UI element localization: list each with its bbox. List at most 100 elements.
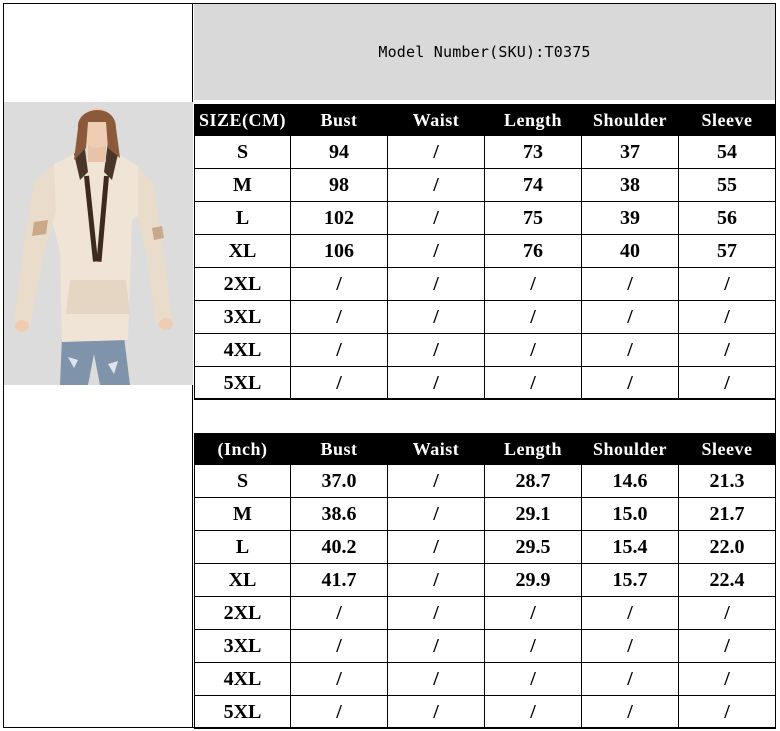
table-cell: / [678, 300, 776, 334]
table-cell: / [581, 596, 679, 630]
table-cell: 3XL [194, 300, 291, 334]
size-table-cm: SIZE(CM) Bust Waist Length Shoulder Slee… [194, 104, 776, 400]
table-cell: / [387, 267, 485, 301]
table-cell: 54 [678, 135, 776, 169]
table-cell: / [290, 629, 388, 663]
table-cell: 94 [290, 135, 388, 169]
inch-col-waist: Waist [387, 433, 485, 465]
table-row: XL 41.7/29.9 15.7 22.4 [194, 563, 776, 597]
table-cell: 15.0 [581, 497, 679, 531]
table-cell: / [678, 366, 776, 400]
table-cell: / [387, 497, 485, 531]
table-cell: 74 [484, 168, 582, 202]
table-cell: 76 [484, 234, 582, 268]
table-cell: / [387, 629, 485, 663]
table-cell: 98 [290, 168, 388, 202]
table-cell: / [290, 596, 388, 630]
table-cell: 38 [581, 168, 679, 202]
table-cell: / [387, 333, 485, 367]
table-cell: 21.7 [678, 497, 776, 531]
cm-col-sleeve: Sleeve [678, 104, 776, 136]
table-cell: 41.7 [290, 563, 388, 597]
table-cell: 106 [290, 234, 388, 268]
table-cell: / [387, 366, 485, 400]
table-cell: / [484, 629, 582, 663]
table-cell: / [484, 300, 582, 334]
table-cell: / [678, 662, 776, 696]
table-cell: / [387, 300, 485, 334]
model-number-text: Model Number(SKU):T0375 [378, 43, 591, 61]
table-cell: 2XL [194, 267, 291, 301]
table-cell: / [387, 662, 485, 696]
table-cell: 28.7 [484, 464, 582, 498]
table-row: 3XL / / / / / [194, 300, 776, 334]
inch-col-length: Length [484, 433, 582, 465]
table-cell: XL [194, 234, 291, 268]
table-cell: 5XL [194, 366, 291, 400]
table-cell: / [678, 695, 776, 729]
table-row: 2XL / / / / / [194, 267, 776, 301]
table-row: XL 106/76 40 57 [194, 234, 776, 268]
inch-col-sleeve: Sleeve [678, 433, 776, 465]
table-row: 5XL / / / / / [194, 695, 776, 729]
inch-col-size: (Inch) [194, 433, 291, 465]
size-table-inch: (Inch) Bust Waist Length Shoulder Sleeve… [194, 433, 776, 729]
table-cell: 4XL [194, 662, 291, 696]
cm-col-length: Length [484, 104, 582, 136]
table-spacer [194, 398, 775, 432]
table-cell: / [484, 596, 582, 630]
table-cell: / [581, 695, 679, 729]
table-cell: XL [194, 563, 291, 597]
table-cell: / [484, 662, 582, 696]
table-cell: 57 [678, 234, 776, 268]
table-cell: / [581, 333, 679, 367]
table-cell: / [484, 695, 582, 729]
model-photo-illustration [4, 102, 193, 385]
table-cell: 15.7 [581, 563, 679, 597]
table-cell: S [194, 464, 291, 498]
table-row: 2XL / / / / / [194, 596, 776, 630]
table-row: M 38.6/29.1 15.0 21.7 [194, 497, 776, 531]
table-cell: / [484, 267, 582, 301]
table-cell: 22.4 [678, 563, 776, 597]
table-cell: L [194, 530, 291, 564]
table-cell: / [387, 563, 485, 597]
table-cell: 29.5 [484, 530, 582, 564]
table-cell: 29.9 [484, 563, 582, 597]
table-cell: / [290, 695, 388, 729]
table-cell: / [290, 366, 388, 400]
table-cell: 2XL [194, 596, 291, 630]
table-cell: 37 [581, 135, 679, 169]
table-cell: / [678, 333, 776, 367]
table-cell: 75 [484, 201, 582, 235]
table-row: S 37.0/28.7 14.6 21.3 [194, 464, 776, 498]
table-cell: 22.0 [678, 530, 776, 564]
table-cell: / [290, 300, 388, 334]
table-cell: 5XL [194, 695, 291, 729]
table-cell: / [290, 662, 388, 696]
table-cell: / [387, 234, 485, 268]
table-cell: / [484, 366, 582, 400]
table-cell: 29.1 [484, 497, 582, 531]
table-row: M 98/74 38 55 [194, 168, 776, 202]
table-cell: S [194, 135, 291, 169]
table-cell: 4XL [194, 333, 291, 367]
cm-col-size: SIZE(CM) [194, 104, 291, 136]
table-cell: / [290, 267, 388, 301]
table-cell: / [581, 267, 679, 301]
table-cell: / [678, 596, 776, 630]
table-cell: 102 [290, 201, 388, 235]
cm-col-bust: Bust [290, 104, 388, 136]
table-cell: 3XL [194, 629, 291, 663]
model-number-header: Model Number(SKU):T0375 [194, 4, 775, 100]
table-row: 3XL / / / / / [194, 629, 776, 663]
table-cell: / [387, 464, 485, 498]
table-cell: 15.4 [581, 530, 679, 564]
table-cell: / [581, 366, 679, 400]
table-row: 4XL / / / / / [194, 662, 776, 696]
table-cell: 39 [581, 201, 679, 235]
table-row: 4XL / / / / / [194, 333, 776, 367]
table-cell: L [194, 201, 291, 235]
table-cell: / [678, 629, 776, 663]
table-row: L 102/75 39 56 [194, 201, 776, 235]
